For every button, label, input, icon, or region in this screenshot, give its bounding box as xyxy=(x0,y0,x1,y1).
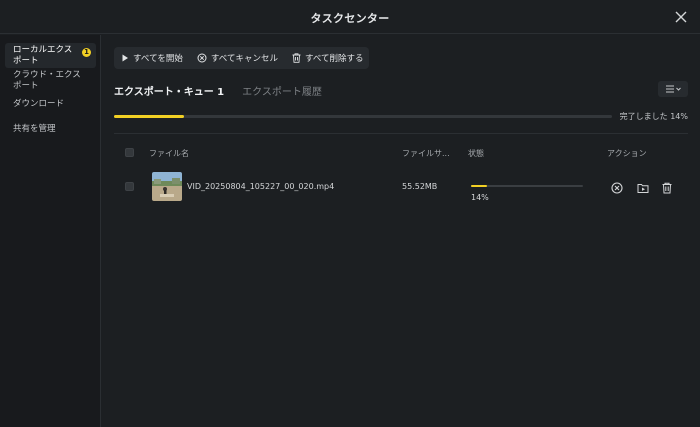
overall-progress-text: 完了しました 14% xyxy=(619,112,688,121)
sidebar-item-label: ダウンロード xyxy=(13,99,65,109)
row-progress-fill xyxy=(471,185,487,187)
sidebar: ローカルエクスポート 1 クラウド・エクスポート ダウンロード 共有を管理 xyxy=(0,35,101,427)
start-all-label: すべてを開始 xyxy=(133,54,183,64)
delete-all-button[interactable]: すべて削除する xyxy=(285,47,371,69)
start-all-button[interactable]: すべてを開始 xyxy=(114,47,190,69)
sidebar-item-manage-sharing[interactable]: 共有を管理 xyxy=(5,122,96,136)
cancel-task-button[interactable] xyxy=(610,180,624,194)
file-size: 55.52MB xyxy=(402,182,438,191)
window-title: タスクセンター xyxy=(310,12,390,25)
title-bar: タスクセンター xyxy=(0,0,700,34)
header-status: 状態 xyxy=(468,149,484,158)
cancel-circle-icon xyxy=(611,182,623,194)
file-name: VID_20250804_105227_00_020.mp4 xyxy=(187,182,335,191)
sidebar-item-label: 共有を管理 xyxy=(13,124,56,134)
header-actions: アクション xyxy=(607,149,647,158)
header-file-name: ファイル名 xyxy=(149,149,189,158)
toolbar: すべてを開始 すべてキャンセル すべて削除する xyxy=(114,47,369,69)
divider xyxy=(114,133,688,134)
sidebar-item-local-export[interactable]: ローカルエクスポート 1 xyxy=(5,43,96,68)
row-progress-bar xyxy=(471,185,583,187)
play-icon xyxy=(122,54,128,62)
close-button[interactable] xyxy=(672,8,690,26)
sidebar-item-cloud-export[interactable]: クラウド・エクスポート xyxy=(5,68,96,92)
cancel-circle-icon xyxy=(197,53,207,63)
sort-icon xyxy=(666,85,681,93)
open-folder-button[interactable] xyxy=(636,180,650,194)
tab-export-history[interactable]: エクスポート履歴 xyxy=(242,83,322,98)
cancel-all-button[interactable]: すべてキャンセル xyxy=(190,47,285,69)
sidebar-item-label: ローカルエクスポート xyxy=(13,45,73,66)
video-thumbnail xyxy=(152,172,182,201)
folder-play-icon xyxy=(637,184,649,193)
sidebar-item-download[interactable]: ダウンロード xyxy=(5,97,96,111)
delete-task-button[interactable] xyxy=(660,180,674,194)
sort-button[interactable] xyxy=(658,81,688,97)
trash-icon xyxy=(292,53,301,63)
select-all-checkbox[interactable] xyxy=(125,148,134,157)
main-panel: すべてを開始 すべてキャンセル すべて削除する エクスポート・キュー 1 エクス… xyxy=(102,35,700,427)
cancel-all-label: すべてキャンセル xyxy=(210,54,278,64)
tab-bar: エクスポート・キュー 1 エクスポート履歴 xyxy=(114,83,322,98)
row-progress-text: 14% xyxy=(471,193,489,202)
overall-progress-fill xyxy=(114,115,184,118)
row-checkbox[interactable] xyxy=(125,182,134,191)
sidebar-item-label: クラウド・エクスポート xyxy=(13,70,81,91)
delete-all-label: すべて削除する xyxy=(304,54,364,64)
overall-progress-bar xyxy=(114,115,612,118)
trash-icon xyxy=(662,182,672,194)
tab-export-queue[interactable]: エクスポート・キュー 1 xyxy=(114,83,224,98)
count-badge: 1 xyxy=(82,48,91,57)
header-file-size: ファイルサ... xyxy=(402,149,450,158)
close-icon xyxy=(675,11,687,23)
